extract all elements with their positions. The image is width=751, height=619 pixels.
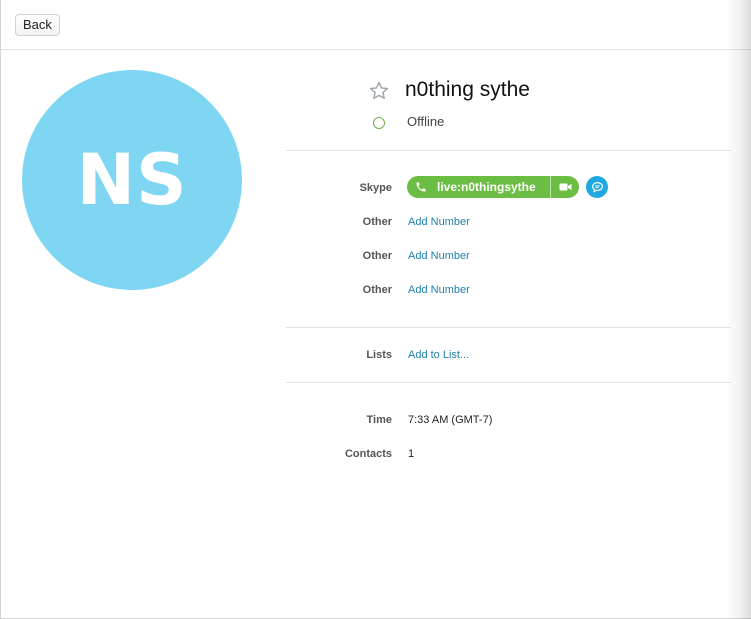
lists-label: Lists bbox=[366, 349, 392, 361]
contact-profile-window: Back NS n0thing sythe Offline Skype live… bbox=[0, 0, 751, 619]
presence-status: Offline bbox=[407, 114, 445, 129]
skype-call-pill: live:n0thingsythe bbox=[407, 176, 579, 198]
add-number-link[interactable]: Add Number bbox=[408, 284, 470, 296]
skype-label: Skype bbox=[359, 182, 392, 194]
add-number-link[interactable]: Add Number bbox=[408, 250, 470, 262]
divider bbox=[286, 150, 731, 151]
skype-call-button[interactable]: live:n0thingsythe bbox=[407, 176, 550, 198]
time-label: Time bbox=[366, 414, 392, 426]
local-time-value: 7:33 AM (GMT-7) bbox=[408, 414, 493, 426]
video-camera-icon bbox=[559, 183, 571, 191]
number-label: Other bbox=[362, 250, 392, 262]
contacts-count-value: 1 bbox=[408, 448, 415, 460]
contact-name: n0thing sythe bbox=[405, 78, 530, 101]
number-label: Other bbox=[362, 284, 392, 296]
divider bbox=[286, 327, 731, 328]
chat-bubble-icon bbox=[591, 181, 603, 192]
chat-button[interactable] bbox=[586, 176, 608, 198]
avatar: NS bbox=[22, 70, 242, 290]
back-button[interactable]: Back bbox=[15, 14, 60, 36]
video-call-button[interactable] bbox=[551, 176, 579, 198]
number-label: Other bbox=[362, 216, 392, 228]
skype-id: live:n0thingsythe bbox=[437, 180, 536, 194]
phone-icon bbox=[416, 182, 426, 192]
top-toolbar: Back bbox=[1, 0, 751, 50]
add-to-list-link[interactable]: Add to List... bbox=[408, 349, 469, 361]
avatar-initials: NS bbox=[76, 139, 188, 221]
star-icon[interactable] bbox=[368, 80, 390, 102]
add-number-link[interactable]: Add Number bbox=[408, 216, 470, 228]
contacts-label: Contacts bbox=[344, 448, 392, 460]
divider bbox=[286, 382, 731, 383]
status-ring-icon bbox=[373, 117, 385, 129]
window-edge-shadow bbox=[725, 0, 751, 619]
